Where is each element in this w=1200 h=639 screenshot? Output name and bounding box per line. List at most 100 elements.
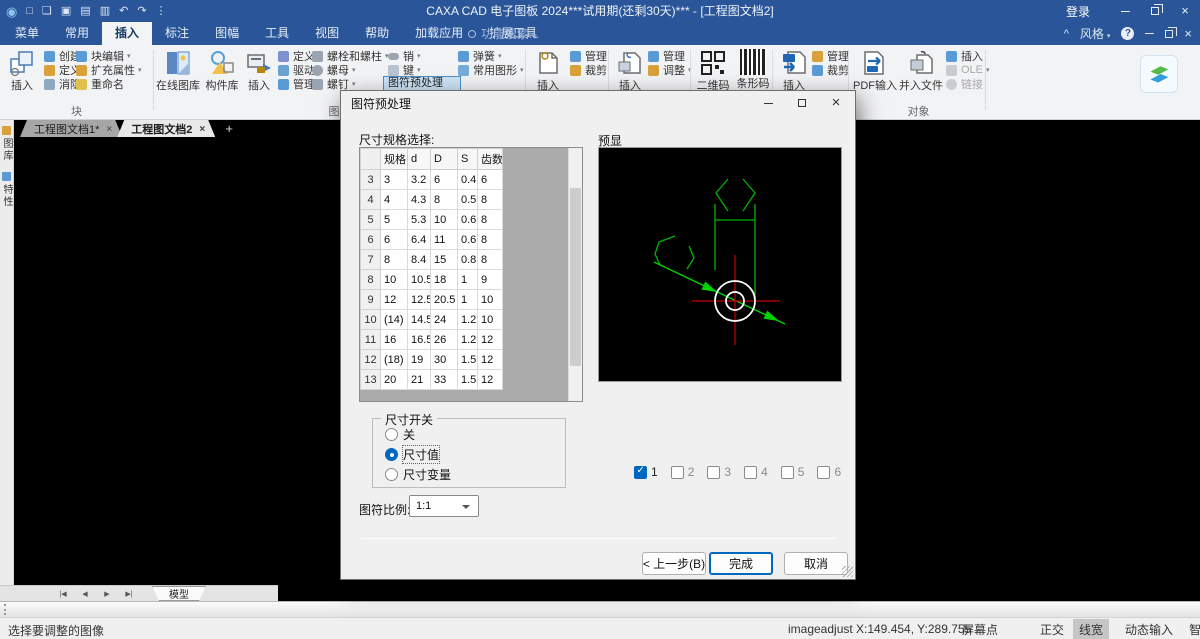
preview-checkbox-1[interactable]: 1 (634, 465, 658, 479)
back-button[interactable]: < 上一步(B) (642, 552, 706, 575)
dialog-close-button[interactable] (819, 92, 853, 114)
preview-checkbox-3[interactable]: 3 (707, 465, 731, 479)
common-shape-button[interactable]: 常用图形 (458, 63, 524, 77)
doc-close-icon[interactable] (1184, 27, 1192, 41)
ribbon-tab-工具[interactable]: 工具 (252, 22, 302, 45)
manage-pdf-button[interactable]: 管理 (812, 49, 849, 63)
nut-button[interactable]: 螺母 (312, 63, 356, 77)
status-toggle-智能[interactable]: 智能 (1189, 621, 1200, 638)
manage-external-button[interactable]: 管理 (648, 49, 685, 63)
ribbon-tab-视图[interactable]: 视图 (302, 22, 352, 45)
rename-block-button[interactable]: 重命名 (76, 77, 124, 91)
table-row[interactable]: 666.4110.68 (361, 230, 503, 250)
cancel-button[interactable]: 取消 (784, 552, 848, 575)
pin-button[interactable]: 销 (388, 49, 421, 63)
link-button[interactable]: 链接 (946, 77, 983, 91)
merge-file-button[interactable]: 并入文件 (898, 48, 944, 92)
finish-button[interactable]: 完成 (709, 552, 773, 575)
screw-button[interactable]: 螺钉 (312, 77, 356, 91)
minimize-button[interactable] (1110, 0, 1140, 22)
ribbon-tab-加载应用[interactable]: 加载应用 (402, 22, 476, 45)
symbol-preprocess-button[interactable]: 图符预处理 (383, 76, 461, 91)
crop-pdf-button[interactable]: 裁剪 (812, 63, 849, 77)
bolt-stud-button[interactable]: 螺栓和螺柱 (312, 49, 389, 63)
manage-image-button[interactable]: 管理 (570, 49, 607, 63)
previous-sheet-icon[interactable] (74, 590, 96, 598)
online-library-button[interactable]: 在线图库 (156, 48, 200, 92)
define-symbol-button[interactable]: 定义 (278, 49, 315, 63)
table-row[interactable]: 81010.51819 (361, 270, 503, 290)
last-sheet-icon[interactable] (118, 590, 140, 598)
sidebar-tab-特性[interactable]: 特性 (0, 170, 13, 208)
next-sheet-icon[interactable] (96, 590, 118, 598)
preview-checkbox-4[interactable]: 4 (744, 465, 768, 479)
status-toggle-正交[interactable]: 正交 (1040, 621, 1064, 638)
ribbon-tab-常用[interactable]: 常用 (52, 22, 102, 45)
column-header[interactable]: 规格 (381, 149, 408, 170)
insert-symbol-button[interactable]: 插入 (244, 48, 274, 92)
model-tab[interactable]: 模型 (152, 586, 206, 601)
insert-object-button[interactable]: 插入 (946, 49, 983, 63)
sidebar-tab-图库[interactable]: 图库 (0, 124, 13, 162)
table-row[interactable]: 788.4150.88 (361, 250, 503, 270)
adjust-external-button[interactable]: 调整 (648, 63, 692, 77)
insert-pdf-button[interactable]: 插入 (776, 48, 812, 92)
close-button[interactable] (1170, 0, 1200, 22)
preview-checkbox-2[interactable]: 2 (671, 465, 695, 479)
document-tab[interactable]: 工程图文档2 (117, 120, 215, 137)
ribbon-tab-菜单[interactable]: 菜单 (2, 22, 52, 45)
insert-external-button[interactable]: 插入 (612, 48, 648, 92)
table-row[interactable]: 111616.5261.212 (361, 330, 503, 350)
table-row[interactable]: 91212.520.5110 (361, 290, 503, 310)
restore-button[interactable] (1140, 0, 1170, 22)
table-row[interactable]: 12(18)19301.512 (361, 350, 503, 370)
table-row[interactable]: 444.380.58 (361, 190, 503, 210)
collapse-ribbon-icon[interactable] (1064, 28, 1069, 40)
table-row[interactable]: 132021331.512 (361, 370, 503, 390)
spec-table[interactable]: 规格dDS齿数 333.260.46444.380.58555.3100.686… (360, 148, 503, 390)
column-header[interactable]: D (431, 149, 458, 170)
barcode-button[interactable]: 条形码 (734, 48, 772, 90)
dialog-resize-grip[interactable] (842, 566, 853, 577)
table-scrollbar-thumb[interactable] (570, 188, 581, 366)
ole-button[interactable]: OLE (946, 63, 990, 77)
radio-option-关[interactable]: 关 (385, 426, 565, 443)
status-toggle-屏幕点[interactable]: 屏幕点 (962, 621, 998, 638)
status-toggle-动态输入[interactable]: 动态输入 (1125, 621, 1173, 638)
radio-option-尺寸值[interactable]: 尺寸值 (385, 446, 565, 463)
extend-attribute-button[interactable]: 扩充属性 (76, 63, 142, 77)
status-toggle-线宽[interactable]: 线宽 (1073, 619, 1109, 639)
tab-close-icon[interactable] (199, 123, 205, 135)
key-button[interactable]: 键 (388, 63, 421, 77)
preview-checkbox-5[interactable]: 5 (781, 465, 805, 479)
pdf-input-button[interactable]: PDF输入 (852, 48, 898, 92)
dialog-maximize-button[interactable] (785, 92, 819, 114)
column-header[interactable]: S (458, 149, 478, 170)
qrcode-button[interactable]: 二维码 (694, 48, 732, 92)
radio-option-尺寸变量[interactable]: 尺寸变量 (385, 466, 565, 483)
ribbon-tab-图幅[interactable]: 图幅 (202, 22, 252, 45)
insert-block-button[interactable]: 插入 (2, 48, 42, 92)
ribbon-tab-帮助[interactable]: 帮助 (352, 22, 402, 45)
symbol-scale-select[interactable]: 1:1 (409, 495, 479, 517)
table-row[interactable]: 10(14)14.5241.210 (361, 310, 503, 330)
doc-restore-icon[interactable] (1165, 30, 1173, 38)
ribbon-tab-标注[interactable]: 标注 (152, 22, 202, 45)
crop-image-button[interactable]: 裁剪 (570, 63, 607, 77)
dialog-minimize-button[interactable] (751, 92, 785, 114)
function-search[interactable]: 功能搜索... (468, 22, 539, 45)
style-dropdown[interactable]: 风格 (1080, 25, 1111, 42)
login-button[interactable]: 登录 (1066, 3, 1090, 20)
block-edit-button[interactable]: 块编辑 (76, 49, 131, 63)
toolbar-grip[interactable] (4, 604, 6, 615)
tab-close-icon[interactable] (106, 123, 112, 135)
assistant-logo[interactable] (1140, 55, 1178, 93)
preview-checkbox-6[interactable]: 6 (817, 465, 841, 479)
ribbon-tab-插入[interactable]: 插入 (102, 22, 152, 45)
insert-image-button[interactable]: 插入 (530, 48, 566, 92)
table-row[interactable]: 555.3100.68 (361, 210, 503, 230)
document-tab[interactable]: 工程图文档1* (20, 120, 122, 137)
column-header[interactable]: d (408, 149, 431, 170)
doc-minimize-icon[interactable] (1145, 33, 1154, 34)
column-header[interactable]: 齿数 (478, 149, 503, 170)
